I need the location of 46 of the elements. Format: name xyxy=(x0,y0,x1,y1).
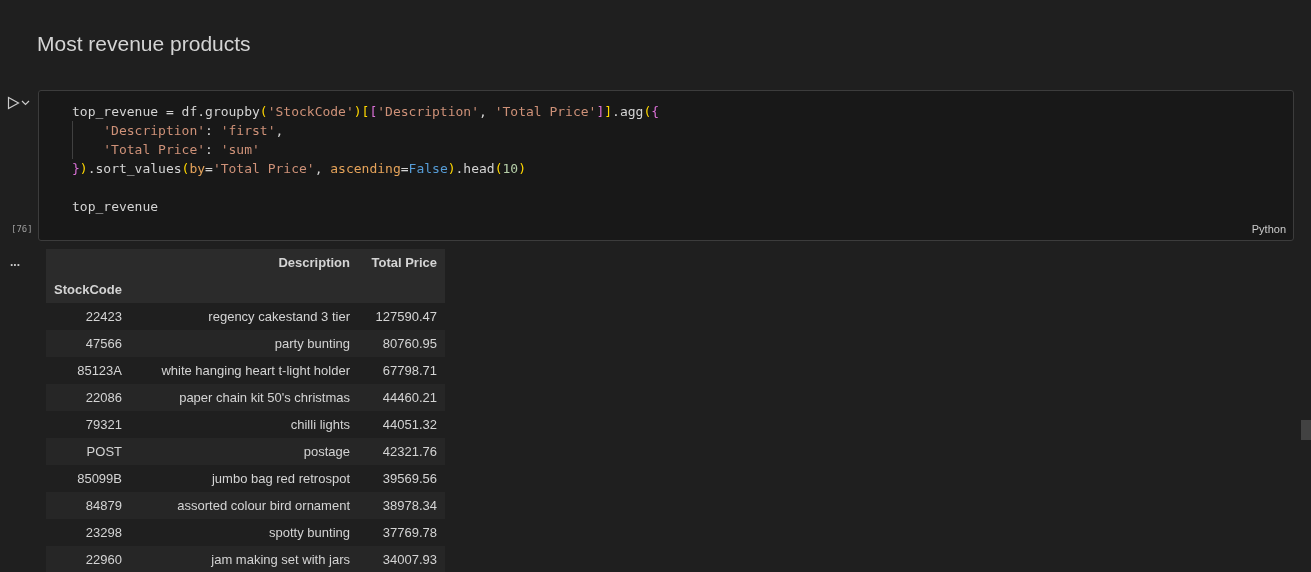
column-header: Total Price xyxy=(358,249,445,276)
table-cell: white hanging heart t-light holder xyxy=(130,357,358,384)
index-cell: 23298 xyxy=(46,519,130,546)
index-header: StockCode xyxy=(46,276,130,303)
more-icon[interactable]: ... xyxy=(10,255,20,269)
table-cell: chilli lights xyxy=(130,411,358,438)
table-cell: jumbo bag red retrospot xyxy=(130,465,358,492)
execution-count: [76] xyxy=(10,222,33,236)
code-line: top_revenue xyxy=(72,198,159,216)
run-icon[interactable] xyxy=(7,96,20,110)
index-cell: 79321 xyxy=(46,411,130,438)
code-line: top_revenue = df.groupby('StockCode')[['Description', 'Total Price']].agg({ xyxy=(72,103,660,121)
language-label[interactable]: Python xyxy=(1251,220,1286,237)
heading: Most revenue products xyxy=(37,31,251,57)
table-cell: 34007.93 xyxy=(358,546,445,572)
table-cell: 44051.32 xyxy=(358,411,445,438)
table-cell: 38978.34 xyxy=(358,492,445,519)
index-cell: 22960 xyxy=(46,546,130,572)
index-cell: 85123A xyxy=(46,357,130,384)
index-cell: 47566 xyxy=(46,330,130,357)
table-cell: 127590.47 xyxy=(358,303,445,330)
table-cell: 44460.21 xyxy=(358,384,445,411)
table-cell: party bunting xyxy=(130,330,358,357)
table-cell: 80760.95 xyxy=(358,330,445,357)
code-cell[interactable]: top_revenue = df.groupby('StockCode')[['Description', 'Total Price']].agg({ 'Description': 'first', 'Total Price': 'sum' }).sort_values(by='Total Price', ascending=False).head(10) top_revenue Python xyxy=(38,90,1294,241)
index-cell: 85099B xyxy=(46,465,130,492)
scrollbar-thumb[interactable] xyxy=(1301,420,1311,440)
table-cell: 42321.76 xyxy=(358,438,445,465)
table-cell: spotty bunting xyxy=(130,519,358,546)
code-line: }).sort_values(by='Total Price', ascending=False).head(10) xyxy=(72,160,526,178)
code-line: 'Description': 'first', xyxy=(72,121,284,140)
chevron-down-icon[interactable] xyxy=(21,100,30,106)
code-line: 'Total Price': 'sum' xyxy=(72,140,260,159)
table-cell: jam making set with jars xyxy=(130,546,358,572)
index-cell: 22423 xyxy=(46,303,130,330)
index-cell: 22086 xyxy=(46,384,130,411)
table-cell: 67798.71 xyxy=(358,357,445,384)
column-header: Description xyxy=(130,249,358,276)
table-cell: assorted colour bird ornament xyxy=(130,492,358,519)
table-cell: postage xyxy=(130,438,358,465)
table-cell: regency cakestand 3 tier xyxy=(130,303,358,330)
index-cell: POST xyxy=(46,438,130,465)
table-cell: paper chain kit 50's christmas xyxy=(130,384,358,411)
table-cell: 39569.56 xyxy=(358,465,445,492)
table-cell: 37769.78 xyxy=(358,519,445,546)
index-cell: 84879 xyxy=(46,492,130,519)
